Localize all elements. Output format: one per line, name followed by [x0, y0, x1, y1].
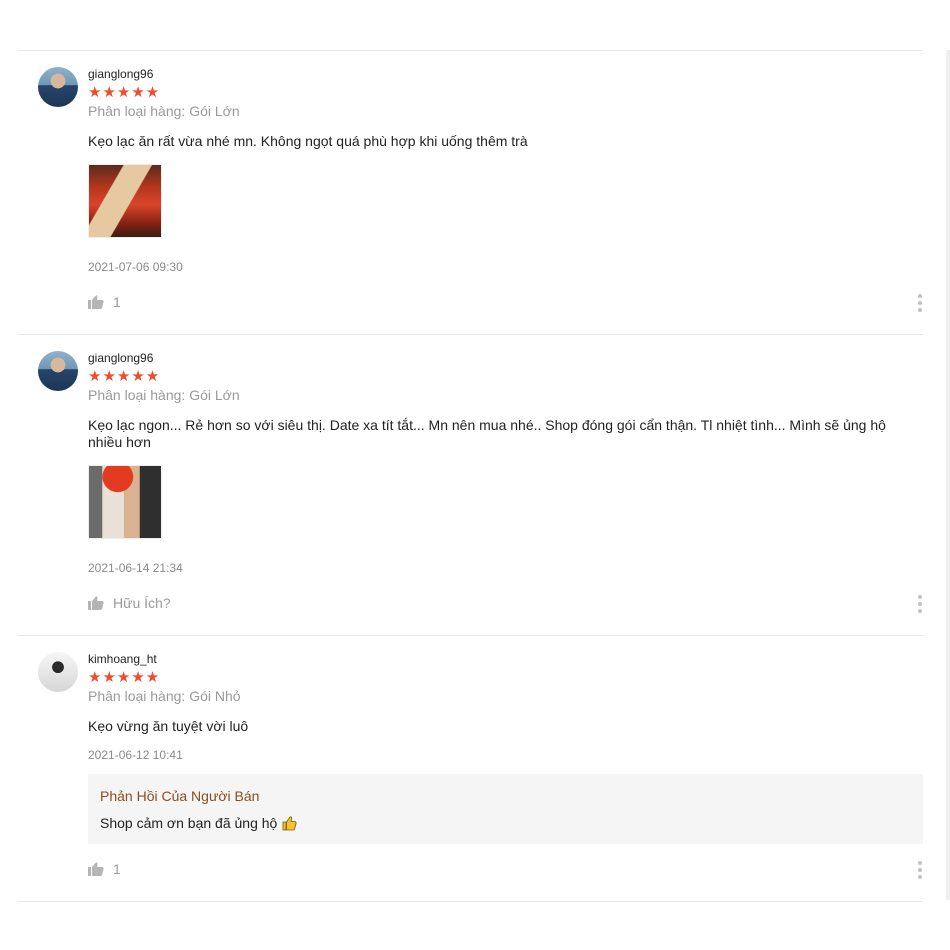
review-username[interactable]: kimhoang_ht — [88, 652, 923, 666]
like-button[interactable]: 1 — [88, 861, 121, 877]
review-comment: Kẹo lạc ngon... Rẻ hơn so với siêu thị. … — [88, 417, 886, 450]
like-button[interactable]: Hữu Ích? — [88, 595, 171, 611]
avatar[interactable] — [38, 351, 78, 391]
seller-reply: Phản Hồi Của Người Bán Shop cảm ơn bạn đ… — [88, 774, 923, 844]
seller-reply-text: Shop cảm ơn bạn đã ủng hộ — [100, 815, 278, 831]
seller-reply-title: Phản Hồi Của Người Bán — [100, 788, 260, 804]
star-icon: ★★★★★ — [88, 669, 161, 686]
review-item: gianglong96 ★★★★★ Phân loại hàng: Gói Lớ… — [18, 334, 923, 615]
helpful-label: Hữu Ích? — [113, 595, 171, 611]
star-icon: ★★★★★ — [88, 368, 161, 385]
review-date: 2021-06-14 21:34 — [88, 561, 183, 575]
thumbs-up-icon — [88, 862, 104, 876]
review-actions: Hữu Ích? — [88, 595, 923, 615]
more-vertical-icon[interactable] — [917, 294, 923, 312]
review-comment: Kẹo vừng ăn tuyệt vời luô — [88, 718, 249, 734]
review-variation: Phân loại hàng: Gói Nhỏ — [88, 688, 241, 704]
thumbs-up-icon — [88, 596, 104, 610]
thumbs-up-emoji — [282, 816, 297, 831]
review-item: gianglong96 ★★★★★ Phân loại hàng: Gói Lớ… — [18, 50, 923, 314]
review-content: gianglong96 ★★★★★ Phân loại hàng: Gói Lớ… — [88, 51, 923, 314]
review-content: gianglong96 ★★★★★ Phân loại hàng: Gói Lớ… — [88, 335, 923, 615]
more-vertical-icon[interactable] — [917, 595, 923, 613]
star-rating: ★★★★★ — [88, 368, 923, 384]
thumbs-up-icon — [88, 295, 104, 309]
seller-reply-text-row: Shop cảm ơn bạn đã ủng hộ — [100, 814, 911, 832]
review-photo[interactable] — [88, 164, 162, 238]
like-count: 1 — [113, 861, 121, 877]
review-date: 2021-06-12 10:41 — [88, 748, 183, 762]
review-list: gianglong96 ★★★★★ Phân loại hàng: Gói Lớ… — [18, 50, 923, 902]
review-item: kimhoang_ht ★★★★★ Phân loại hàng: Gói Nh… — [18, 635, 923, 902]
like-count: 1 — [113, 294, 121, 310]
review-username[interactable]: gianglong96 — [88, 351, 923, 365]
star-rating: ★★★★★ — [88, 669, 923, 685]
review-actions: 1 — [88, 861, 923, 881]
like-button[interactable]: 1 — [88, 294, 121, 310]
star-icon: ★★★★★ — [88, 84, 161, 101]
review-variation: Phân loại hàng: Gói Lớn — [88, 387, 240, 403]
review-content: kimhoang_ht ★★★★★ Phân loại hàng: Gói Nh… — [88, 636, 923, 881]
scrollbar-track[interactable] — [946, 50, 950, 900]
review-username[interactable]: gianglong96 — [88, 67, 923, 81]
star-rating: ★★★★★ — [88, 84, 923, 100]
avatar[interactable] — [38, 652, 78, 692]
avatar[interactable] — [38, 67, 78, 107]
review-date: 2021-07-06 09:30 — [88, 260, 183, 274]
review-comment: Kẹo lạc ăn rất vừa nhé mn. Không ngọt qu… — [88, 133, 528, 149]
more-vertical-icon[interactable] — [917, 861, 923, 879]
review-variation: Phân loại hàng: Gói Lớn — [88, 103, 240, 119]
review-photo[interactable] — [88, 465, 162, 539]
review-actions: 1 — [88, 294, 923, 314]
